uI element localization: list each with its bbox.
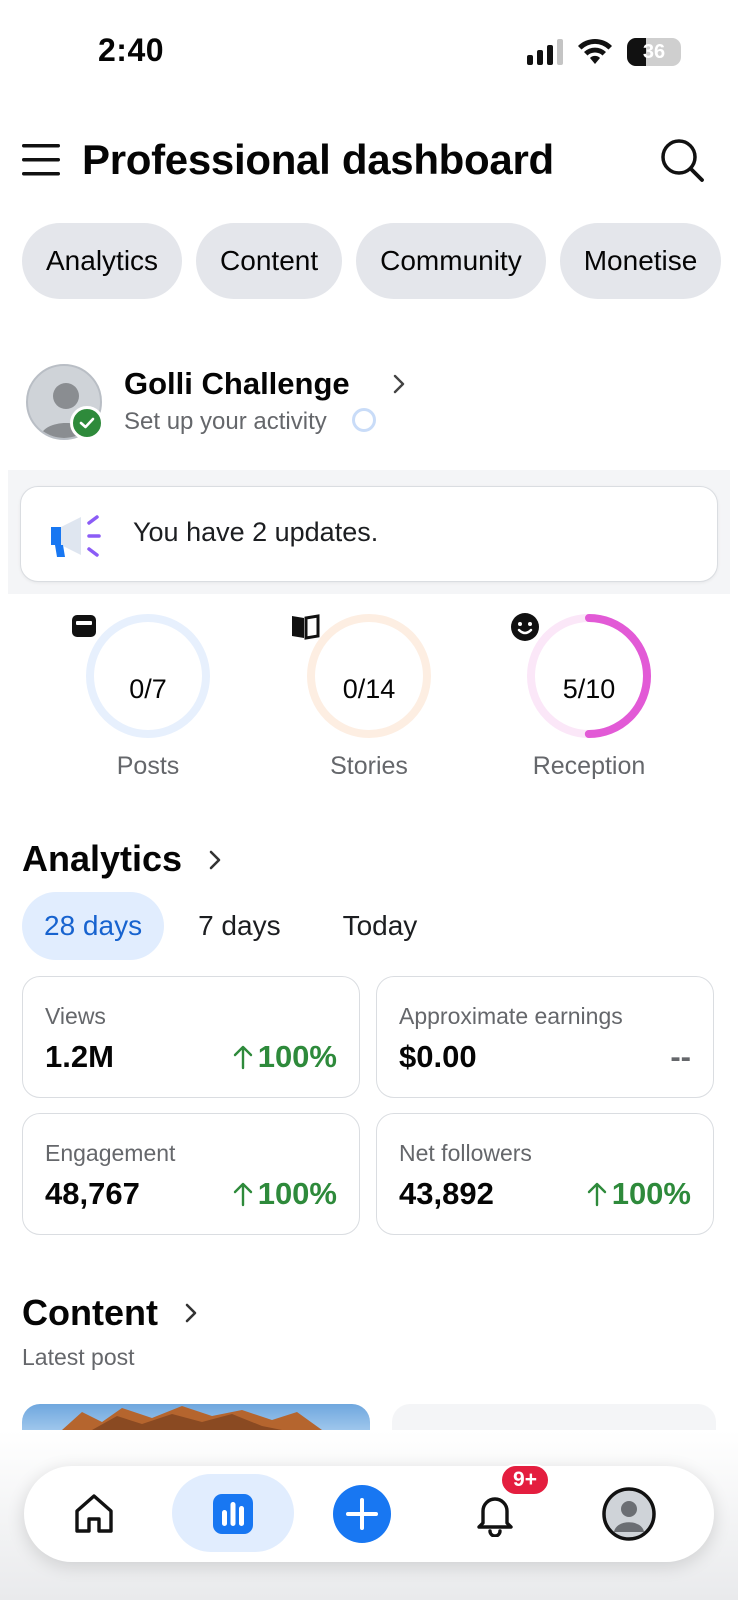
megaphone-icon (51, 515, 101, 557)
chevron-right-icon[interactable] (206, 848, 224, 872)
profile-subtitle: Set up your activity (124, 408, 327, 435)
content-title[interactable]: Content (22, 1292, 158, 1334)
status-bar: 2:40 36 (0, 0, 738, 100)
latest-post-thumbnail[interactable] (22, 1404, 370, 1430)
profile-icon[interactable] (589, 1474, 669, 1554)
goal-value: 0/14 (342, 674, 396, 704)
metric-change-value: -- (670, 1039, 691, 1074)
profile-row[interactable]: Golli Challenge Set up your activity (26, 364, 706, 444)
metric-value: 48,767 (45, 1176, 140, 1211)
goal-ring: 0/7 (72, 612, 212, 740)
book-icon (292, 614, 320, 640)
metric-card-views[interactable]: Views 1.2M 100% (22, 976, 360, 1098)
header: Professional dashboard (0, 130, 738, 192)
create-icon[interactable] (322, 1474, 402, 1554)
metric-change: 100% (586, 1176, 691, 1212)
analytics-title[interactable]: Analytics (22, 838, 182, 880)
section-chips: Analytics Content Community Monetise (22, 223, 722, 299)
analytics-tabs: 28 days 7 days Today (22, 892, 451, 960)
battery-icon: 36 (627, 38, 681, 66)
chevron-right-icon (393, 374, 405, 394)
metric-label: Net followers (399, 1140, 532, 1166)
tab-7-days[interactable]: 7 days (176, 892, 303, 960)
metric-label: Engagement (45, 1140, 176, 1166)
status-icons: 36 (527, 38, 681, 66)
chip-content[interactable]: Content (196, 223, 343, 299)
metric-card-earnings[interactable]: Approximate earnings $0.00 -- (376, 976, 714, 1098)
metric-label: Approximate earnings (399, 1003, 623, 1029)
goal-label: Stories (330, 752, 408, 780)
arrow-up-icon (233, 1045, 252, 1070)
notification-badge: 9+ (500, 1464, 550, 1496)
cellular-signal-icon (527, 39, 563, 65)
goal-label: Reception (532, 752, 646, 780)
post-image (62, 1406, 322, 1430)
chevron-right-icon[interactable] (182, 1301, 200, 1325)
tab-28-days[interactable]: 28 days (22, 892, 165, 960)
goal-stories[interactable]: 0/14 Stories (269, 612, 469, 781)
page-title: Professional dashboard (82, 136, 554, 183)
status-time: 2:40 (98, 32, 165, 68)
updates-card[interactable]: You have 2 updates. (20, 486, 718, 582)
metric-card-engagement[interactable]: Engagement 48,767 100% (22, 1113, 360, 1235)
hamburger-menu-icon[interactable] (22, 142, 60, 178)
goal-ring: 5/10 (511, 612, 653, 740)
metric-change: -- (670, 1039, 691, 1075)
post-icon (72, 615, 96, 637)
activity-progress-icon (352, 408, 376, 432)
goal-value: 0/7 (129, 674, 167, 704)
metric-label: Views (45, 1003, 106, 1029)
metric-change-value: 100% (611, 1176, 691, 1211)
search-icon[interactable] (658, 136, 706, 184)
professional-dashboard-icon[interactable] (193, 1474, 273, 1554)
tab-today[interactable]: Today (321, 892, 440, 960)
chip-community[interactable]: Community (356, 223, 546, 299)
metric-value: 43,892 (399, 1176, 494, 1211)
arrow-up-icon (587, 1182, 606, 1207)
arrow-up-icon (233, 1182, 252, 1207)
goal-value: 5/10 (562, 674, 616, 704)
metric-change: 100% (232, 1176, 337, 1212)
updates-text: You have 2 updates. (133, 517, 379, 547)
profile-name[interactable]: Golli Challenge (124, 366, 350, 402)
goal-reception[interactable]: 5/10 Reception (489, 612, 689, 781)
metric-value: $0.00 (399, 1039, 477, 1074)
home-icon[interactable] (54, 1474, 134, 1554)
metric-change-value: 100% (257, 1039, 337, 1074)
chip-analytics[interactable]: Analytics (22, 223, 183, 299)
goal-label: Posts (116, 752, 180, 780)
chip-monetise[interactable]: Monetise (559, 223, 722, 299)
smiley-icon (511, 613, 539, 641)
metric-card-net-followers[interactable]: Net followers 43,892 100% (376, 1113, 714, 1235)
post-placeholder (392, 1404, 716, 1430)
wifi-icon (578, 38, 612, 64)
content-subtitle: Latest post (22, 1344, 135, 1370)
bottom-nav: 9+ (24, 1464, 714, 1562)
metric-change: 100% (232, 1039, 337, 1075)
battery-level: 36 (642, 40, 666, 63)
metric-change-value: 100% (257, 1176, 337, 1211)
checkmark-icon (70, 406, 104, 440)
goal-ring: 0/14 (292, 612, 433, 740)
goal-posts[interactable]: 0/7 Posts (48, 612, 248, 781)
metric-value: 1.2M (45, 1039, 114, 1074)
